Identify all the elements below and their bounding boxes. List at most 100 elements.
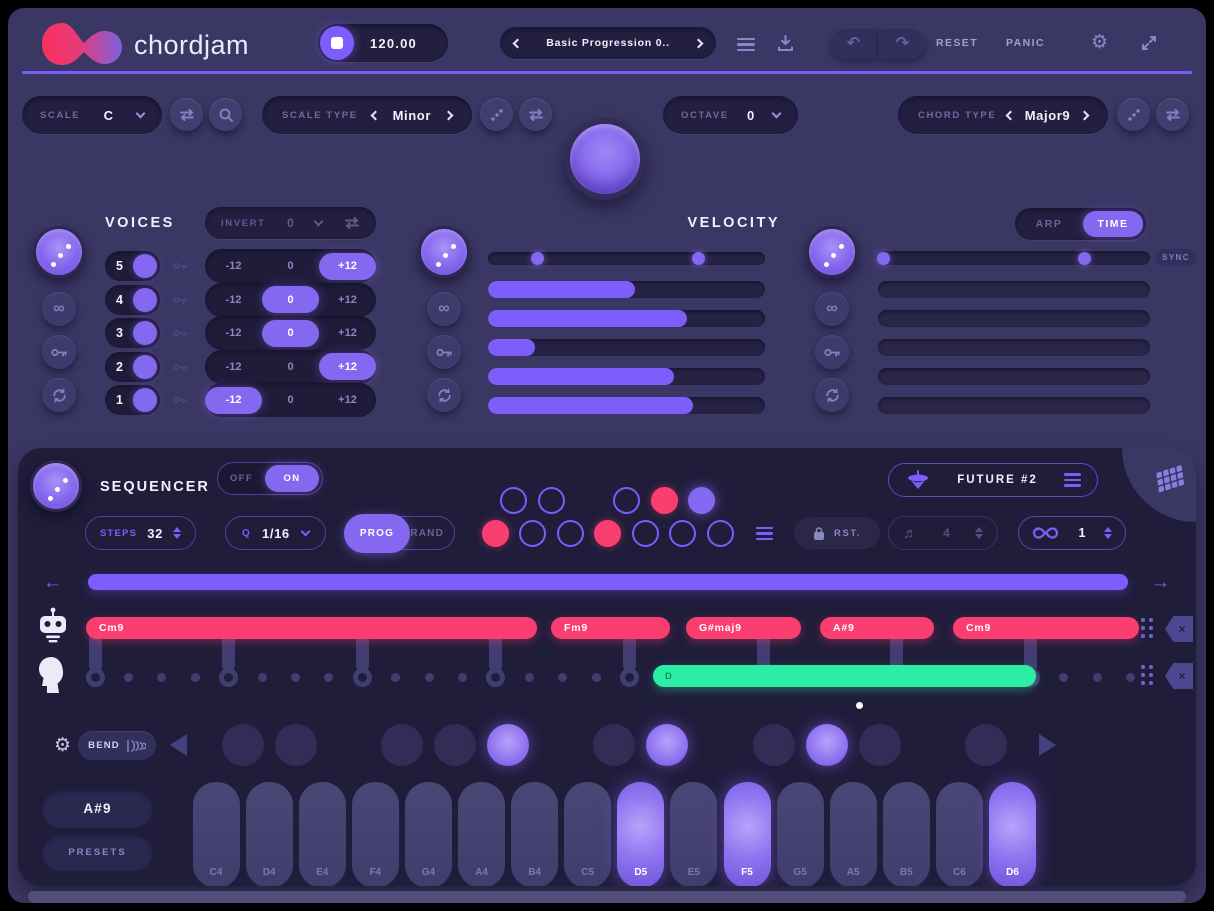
voices-random-knob[interactable] xyxy=(33,226,85,278)
timing-range-handle[interactable] xyxy=(876,251,890,265)
velocity-range-handle[interactable] xyxy=(692,252,706,265)
power-off-label[interactable]: OFF xyxy=(218,473,265,484)
timing-bar[interactable] xyxy=(878,396,1150,414)
preset-menu-button[interactable] xyxy=(737,35,755,54)
voice-octave-option[interactable]: +12 xyxy=(319,327,376,339)
chord-type-selector[interactable]: CHORD TYPE Major9 xyxy=(898,96,1108,134)
settings-gear-icon[interactable]: ⚙ xyxy=(1091,31,1108,54)
velocity-bar[interactable] xyxy=(488,367,765,385)
chord-block[interactable]: Fm9 xyxy=(551,617,670,639)
key-F5[interactable]: F5 xyxy=(723,782,771,886)
chord-type-swap-button[interactable] xyxy=(1156,98,1189,131)
velocity-range-slider[interactable] xyxy=(488,252,765,265)
timing-range-handle[interactable] xyxy=(1078,251,1092,265)
arp-time-toggle[interactable]: ARP TIME xyxy=(1015,208,1146,240)
key-D4[interactable]: D4 xyxy=(245,782,293,886)
voice-octave-selector[interactable]: -12 0 +12 xyxy=(205,383,376,417)
mini-note-D[interactable] xyxy=(519,519,546,547)
robot-icon[interactable] xyxy=(37,607,69,647)
voice-octave-option[interactable]: 0 xyxy=(262,319,319,347)
chord-block[interactable]: A#9 xyxy=(820,617,934,639)
mini-note-B[interactable] xyxy=(706,519,734,547)
head-icon[interactable] xyxy=(37,656,65,694)
velocity-infinity-button[interactable]: ∞ xyxy=(427,292,461,326)
velocity-key-lock-button[interactable] xyxy=(427,335,461,369)
key-C5[interactable]: C5 xyxy=(564,782,612,886)
scale-search-button[interactable] xyxy=(209,98,242,131)
key-C#5[interactable] xyxy=(593,724,636,766)
voice-octave-option[interactable]: -12 xyxy=(205,386,262,414)
keyboard-next-arrow[interactable] xyxy=(1039,734,1056,756)
chord-block[interactable]: G#maj9 xyxy=(686,617,801,639)
bend-button[interactable]: BEND xyxy=(78,731,156,760)
key-C#6[interactable] xyxy=(964,724,1007,766)
scale-swap-button[interactable] xyxy=(170,98,203,131)
seek-back-arrow[interactable]: ← xyxy=(43,572,62,594)
key-A5[interactable]: A5 xyxy=(829,782,877,886)
voice-number-pill[interactable]: 4 xyxy=(105,284,160,315)
mini-note-C#[interactable] xyxy=(500,486,528,514)
quantize-value[interactable]: 1/16 xyxy=(262,526,290,541)
voice-octave-option[interactable]: -12 xyxy=(205,361,262,373)
key-B5[interactable]: B5 xyxy=(882,782,930,886)
chord-row-drag-handle[interactable] xyxy=(1141,618,1154,639)
chord-row-delete-button[interactable]: × xyxy=(1165,616,1193,642)
sequence-preset-selector[interactable]: FUTURE #2 xyxy=(888,463,1098,497)
voice-number-pill[interactable]: 3 xyxy=(105,318,160,348)
scale-type-prev-icon[interactable] xyxy=(370,110,381,120)
timing-bar[interactable] xyxy=(878,367,1150,385)
scale-type-next-icon[interactable] xyxy=(443,110,454,120)
velocity-bar[interactable] xyxy=(488,309,765,327)
key-F4[interactable]: F4 xyxy=(351,782,399,886)
mode-rand[interactable]: RAND xyxy=(410,528,444,539)
key-E5[interactable]: E5 xyxy=(670,782,718,886)
keyboard-grid-icon[interactable] xyxy=(1153,460,1195,502)
voice-key-lock-icon[interactable] xyxy=(173,327,188,339)
stepper-icon[interactable] xyxy=(975,527,983,539)
voice-enable-toggle[interactable] xyxy=(133,254,157,278)
page-indicator-dot[interactable] xyxy=(856,702,863,709)
tab-arp[interactable]: ARP xyxy=(1015,218,1083,230)
voice-octave-option[interactable]: -12 xyxy=(205,327,262,339)
voice-octave-option[interactable]: +12 xyxy=(319,252,376,280)
mini-note-A#[interactable] xyxy=(688,486,716,514)
invert-value[interactable]: 0 xyxy=(287,216,294,230)
mini-note-G[interactable] xyxy=(631,519,659,547)
note-row-drag-handle[interactable] xyxy=(1141,665,1154,686)
chord-block[interactable]: Cm9 xyxy=(953,617,1139,639)
steps-control[interactable]: STEPS 32 xyxy=(85,516,196,550)
voice-number-pill[interactable]: 2 xyxy=(105,351,160,382)
timing-key-lock-button[interactable] xyxy=(815,335,849,369)
timing-infinity-button[interactable]: ∞ xyxy=(815,292,849,326)
voices-infinity-button[interactable]: ∞ xyxy=(42,292,76,326)
mini-note-F[interactable] xyxy=(594,519,621,547)
voice-number-pill[interactable]: 5 xyxy=(105,251,160,281)
presets-button[interactable]: PRESETS xyxy=(42,834,153,871)
mini-note-F#[interactable] xyxy=(613,486,641,514)
prog-rand-toggle[interactable]: PROG RAND xyxy=(344,514,455,553)
mini-note-A[interactable] xyxy=(669,519,696,547)
key-D#5[interactable] xyxy=(646,724,689,766)
voice-octave-selector[interactable]: -12 0 +12 xyxy=(205,282,376,317)
velocity-refresh-button[interactable] xyxy=(427,378,461,412)
preset-next-icon[interactable] xyxy=(693,38,704,48)
reset-button[interactable]: RESET xyxy=(936,37,978,49)
key-D5[interactable]: D5 xyxy=(617,782,665,886)
voice-octave-option[interactable]: 0 xyxy=(262,260,319,272)
mini-note-G#[interactable] xyxy=(650,486,678,514)
mini-note-C[interactable] xyxy=(481,519,509,547)
key-D#4[interactable] xyxy=(274,724,317,766)
chord-block[interactable]: Cm9 xyxy=(86,617,537,639)
key-E4[interactable]: E4 xyxy=(298,782,346,886)
invert-swap-icon[interactable] xyxy=(344,216,360,230)
voice-key-lock-icon[interactable] xyxy=(173,260,188,272)
sync-badge[interactable]: SYNC xyxy=(1155,249,1197,266)
scale-type-random-button[interactable] xyxy=(480,98,513,131)
voice-enable-toggle[interactable] xyxy=(133,354,157,379)
voice-octave-selector[interactable]: -12 0 +12 xyxy=(205,249,376,283)
voice-octave-option[interactable]: 0 xyxy=(262,286,319,313)
rate-value[interactable]: 4 xyxy=(943,526,950,540)
resize-icon[interactable] xyxy=(1140,34,1158,52)
voice-key-lock-icon[interactable] xyxy=(173,294,188,306)
voice-octave-option[interactable]: +12 xyxy=(319,394,376,406)
